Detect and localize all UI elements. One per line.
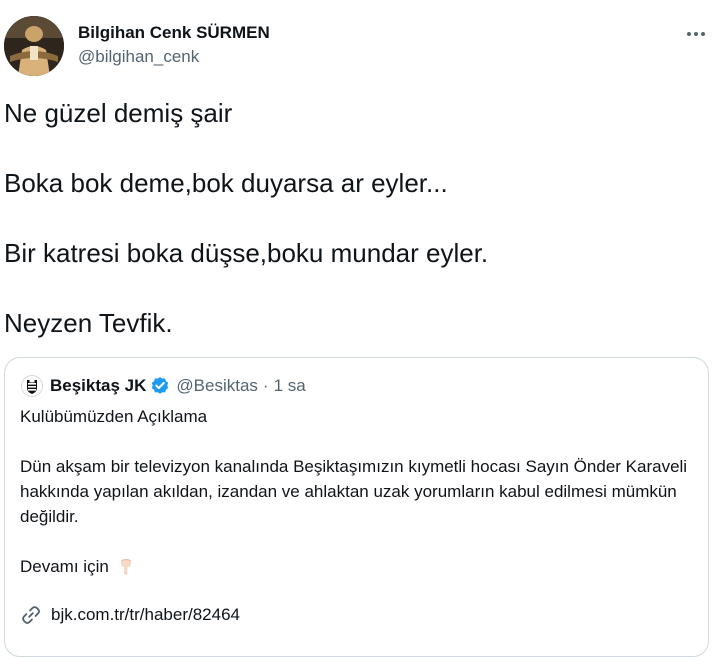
- avatar-image: [4, 16, 64, 76]
- quoted-tweet-header: Beşiktaş JK @Besiktas · 1 sa: [21, 374, 306, 398]
- quoted-tweet-body: Kulübümüzden Açıklama Dün akşam bir tele…: [20, 404, 695, 579]
- tweet-line: Boka bok deme,bok duyarsa ar eyler...: [4, 168, 448, 198]
- tweet-line: Ne güzel demiş şair: [4, 98, 233, 128]
- author-info: Bilgihan Cenk SÜRMEN @bilgihan_cenk: [78, 22, 270, 68]
- quoted-title: Kulübümüzden Açıklama: [20, 407, 208, 426]
- author-avatar[interactable]: [4, 16, 64, 76]
- tweet-text: Ne güzel demiş şair Boka bok deme,bok du…: [4, 96, 709, 341]
- pointing-down-icon: [117, 557, 135, 577]
- verified-badge-icon: [150, 376, 170, 396]
- quoted-link-text[interactable]: bjk.com.tr/tr/haber/82464: [51, 605, 240, 625]
- tweet-line: Bir katresi boka düşse,boku mundar eyler…: [4, 238, 489, 268]
- link-icon: [22, 605, 40, 624]
- more-options-button[interactable]: [682, 22, 710, 46]
- tweet-line: Neyzen Tevfik.: [4, 308, 173, 338]
- meta-separator: ·: [262, 376, 269, 395]
- quoted-link[interactable]: bjk.com.tr/tr/haber/82464: [20, 602, 240, 627]
- author-name[interactable]: Bilgihan Cenk SÜRMEN: [78, 22, 270, 44]
- quoted-more-label: Devamı için: [20, 557, 109, 576]
- more-horizontal-icon: [687, 32, 705, 36]
- quoted-author-name[interactable]: Beşiktaş JK: [50, 376, 146, 396]
- besiktas-logo: [21, 375, 43, 397]
- author-handle[interactable]: @bilgihan_cenk: [78, 46, 270, 68]
- quoted-tweet[interactable]: Beşiktaş JK @Besiktas · 1 sa Kulübümüzde…: [4, 357, 709, 657]
- quoted-more-line: Devamı için: [20, 554, 695, 579]
- quoted-author-handle[interactable]: @Besiktas: [176, 376, 258, 396]
- quoted-timestamp[interactable]: 1 sa: [274, 376, 306, 396]
- quoted-paragraph: Dün akşam bir televizyon kanalında Beşik…: [20, 457, 688, 526]
